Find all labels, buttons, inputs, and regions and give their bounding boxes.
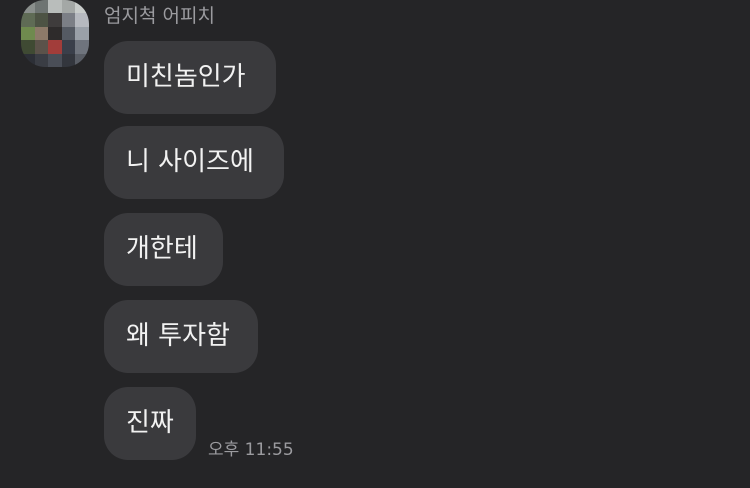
message-bubble[interactable]: 미친놈인가	[104, 41, 276, 114]
sender-name: 엄지척 어피치	[104, 5, 215, 27]
avatar[interactable]	[21, 0, 89, 67]
message-bubble[interactable]: 니 사이즈에	[104, 126, 284, 199]
message-bubble[interactable]: 진짜	[104, 387, 196, 460]
message-bubble[interactable]: 개한테	[104, 213, 223, 286]
message-bubble[interactable]: 왜 투자함	[104, 300, 258, 373]
chat-view: 엄지척 어피치 미친놈인가 니 사이즈에 개한테 왜 투자함 진짜 오후 11:…	[0, 0, 750, 488]
message-timestamp: 오후 11:55	[208, 440, 294, 460]
